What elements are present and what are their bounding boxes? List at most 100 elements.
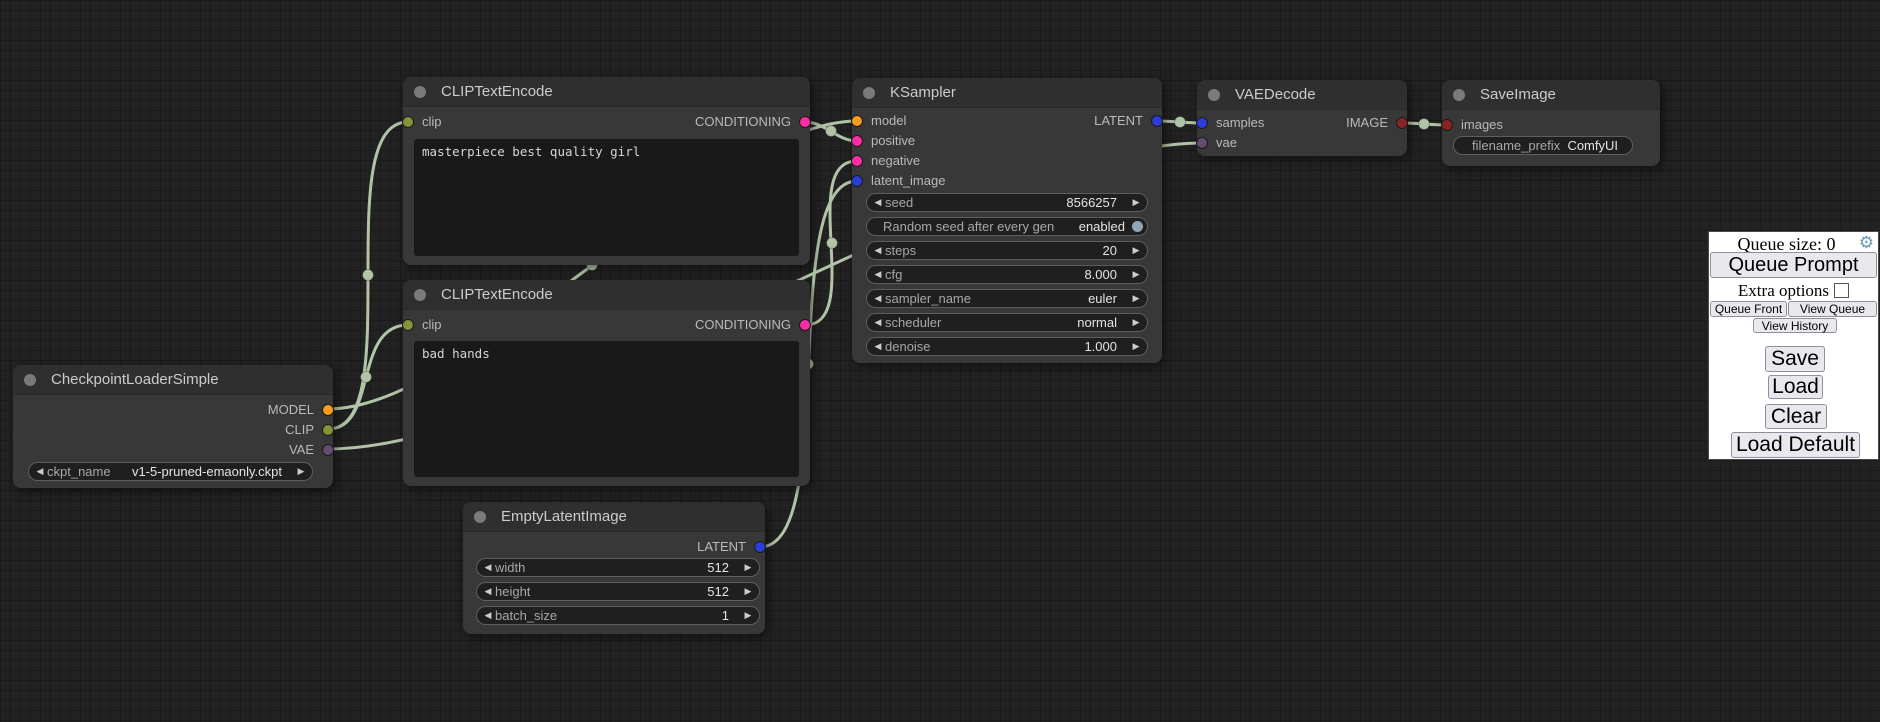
input-label-model: model — [871, 113, 906, 128]
extra-options-checkbox[interactable] — [1834, 283, 1849, 298]
increment-arrow-icon[interactable]: ▶ — [1129, 194, 1143, 211]
decrement-arrow-icon[interactable]: ◀ — [871, 194, 885, 211]
input-port-latent-image[interactable] — [852, 176, 862, 186]
output-port-conditioning[interactable] — [800, 320, 810, 330]
prompt-textarea[interactable]: masterpiece best quality girl — [414, 139, 799, 256]
output-port-model[interactable] — [323, 405, 333, 415]
load-default-button[interactable]: Load Default — [1731, 432, 1860, 458]
node-clip-text-encode-negative[interactable]: CLIPTextEncode clip CONDITIONING bad han… — [403, 280, 810, 486]
decrement-arrow-icon[interactable]: ◀ — [481, 607, 495, 624]
increment-arrow-icon[interactable]: ▶ — [294, 463, 308, 480]
input-port-negative[interactable] — [852, 156, 862, 166]
node-vae-decode[interactable]: VAEDecode samples IMAGE vae — [1197, 80, 1407, 156]
collapse-dot-icon[interactable] — [24, 374, 36, 386]
increment-arrow-icon[interactable]: ▶ — [1129, 314, 1143, 331]
extra-options-label: Extra options — [1738, 281, 1829, 300]
widget-value: 20 — [1103, 242, 1117, 259]
decrement-arrow-icon[interactable]: ◀ — [33, 463, 47, 480]
sampler-name-widget[interactable]: ◀ sampler_name euler ▶ — [866, 289, 1148, 308]
input-label-samples: samples — [1216, 115, 1264, 130]
decrement-arrow-icon[interactable]: ◀ — [871, 266, 885, 283]
random-seed-toggle-widget[interactable]: Random seed after every gen enabled — [866, 217, 1148, 236]
decrement-arrow-icon[interactable]: ◀ — [871, 290, 885, 307]
input-label-positive: positive — [871, 133, 915, 148]
graph-canvas[interactable]: CheckpointLoaderSimple MODEL CLIP VAE ◀ … — [0, 0, 1880, 722]
link-midpoint-dot — [361, 372, 372, 383]
input-label-vae: vae — [1216, 135, 1237, 150]
input-label-images: images — [1461, 117, 1503, 132]
height-widget[interactable]: ◀ height 512 ▶ — [476, 582, 760, 601]
ckpt-name-widget[interactable]: ◀ ckpt_name v1-5-pruned-emaonly.ckpt ▶ — [28, 462, 313, 481]
output-port-vae[interactable] — [323, 445, 333, 455]
collapse-dot-icon[interactable] — [414, 289, 426, 301]
collapse-dot-icon[interactable] — [863, 87, 875, 99]
decrement-arrow-icon[interactable]: ◀ — [871, 314, 885, 331]
collapse-dot-icon[interactable] — [414, 86, 426, 98]
output-label-model: MODEL — [268, 400, 314, 420]
filename-prefix-widget[interactable]: filename_prefix ComfyUI — [1453, 136, 1633, 155]
widget-label: scheduler — [885, 314, 941, 331]
queue-prompt-button[interactable]: Queue Prompt — [1710, 252, 1877, 278]
widget-label: steps — [885, 242, 916, 259]
increment-arrow-icon[interactable]: ▶ — [1129, 290, 1143, 307]
cfg-widget[interactable]: ◀ cfg 8.000 ▶ — [866, 265, 1148, 284]
widget-value: 512 — [707, 583, 729, 600]
decrement-arrow-icon[interactable]: ◀ — [481, 583, 495, 600]
node-empty-latent-image[interactable]: EmptyLatentImage LATENT ◀ width 512 ▶ ◀ … — [463, 502, 765, 634]
seed-toggle-icon[interactable] — [1132, 221, 1143, 232]
input-label-latent-image: latent_image — [871, 173, 945, 188]
widget-value: ComfyUI — [1567, 137, 1618, 154]
decrement-arrow-icon[interactable]: ◀ — [871, 338, 885, 355]
collapse-dot-icon[interactable] — [1208, 89, 1220, 101]
queue-front-button[interactable]: Queue Front — [1710, 301, 1787, 317]
widget-label: width — [495, 559, 525, 576]
input-port-positive[interactable] — [852, 136, 862, 146]
increment-arrow-icon[interactable]: ▶ — [741, 607, 755, 624]
scheduler-widget[interactable]: ◀ scheduler normal ▶ — [866, 313, 1148, 332]
output-port-latent[interactable] — [755, 542, 765, 552]
prompt-textarea[interactable]: bad hands — [414, 341, 799, 477]
collapse-dot-icon[interactable] — [474, 511, 486, 523]
clear-button[interactable]: Clear — [1765, 404, 1827, 429]
output-label-image: IMAGE — [1346, 113, 1388, 133]
input-port-clip[interactable] — [403, 117, 413, 127]
output-label-clip: CLIP — [285, 420, 314, 440]
increment-arrow-icon[interactable]: ▶ — [1129, 266, 1143, 283]
view-queue-button[interactable]: View Queue — [1788, 301, 1877, 317]
output-port-conditioning[interactable] — [800, 117, 810, 127]
node-clip-text-encode-positive[interactable]: CLIPTextEncode clip CONDITIONING masterp… — [403, 77, 810, 265]
output-port-image[interactable] — [1397, 118, 1407, 128]
seed-widget[interactable]: ◀ seed 8566257 ▶ — [866, 193, 1148, 212]
input-port-images[interactable] — [1442, 120, 1452, 130]
node-ksampler[interactable]: KSampler model LATENT positive negative … — [852, 78, 1162, 363]
node-title-bar: EmptyLatentImage — [463, 502, 765, 532]
increment-arrow-icon[interactable]: ▶ — [741, 559, 755, 576]
output-port-latent[interactable] — [1152, 116, 1162, 126]
input-port-clip[interactable] — [403, 320, 413, 330]
widget-value: 1 — [722, 607, 729, 624]
collapse-dot-icon[interactable] — [1453, 89, 1465, 101]
view-history-button[interactable]: View History — [1753, 318, 1837, 333]
denoise-widget[interactable]: ◀ denoise 1.000 ▶ — [866, 337, 1148, 356]
width-widget[interactable]: ◀ width 512 ▶ — [476, 558, 760, 577]
input-port-samples[interactable] — [1197, 118, 1207, 128]
widget-label: height — [495, 583, 530, 600]
increment-arrow-icon[interactable]: ▶ — [1129, 338, 1143, 355]
increment-arrow-icon[interactable]: ▶ — [741, 583, 755, 600]
load-button[interactable]: Load — [1768, 375, 1823, 399]
input-port-vae[interactable] — [1197, 138, 1207, 148]
steps-widget[interactable]: ◀ steps 20 ▶ — [866, 241, 1148, 260]
decrement-arrow-icon[interactable]: ◀ — [871, 242, 885, 259]
node-save-image[interactable]: SaveImage images filename_prefix ComfyUI — [1442, 80, 1660, 166]
settings-gear-icon[interactable]: ⚙ — [1859, 233, 1874, 253]
output-port-clip[interactable] — [323, 425, 333, 435]
increment-arrow-icon[interactable]: ▶ — [1129, 242, 1143, 259]
widget-label: seed — [885, 194, 913, 211]
output-label-conditioning: CONDITIONING — [695, 315, 791, 335]
input-port-model[interactable] — [852, 116, 862, 126]
decrement-arrow-icon[interactable]: ◀ — [481, 559, 495, 576]
save-button[interactable]: Save — [1765, 346, 1825, 372]
node-title: CLIPTextEncode — [441, 83, 553, 100]
batch-size-widget[interactable]: ◀ batch_size 1 ▶ — [476, 606, 760, 625]
node-checkpoint-loader[interactable]: CheckpointLoaderSimple MODEL CLIP VAE ◀ … — [13, 365, 333, 488]
